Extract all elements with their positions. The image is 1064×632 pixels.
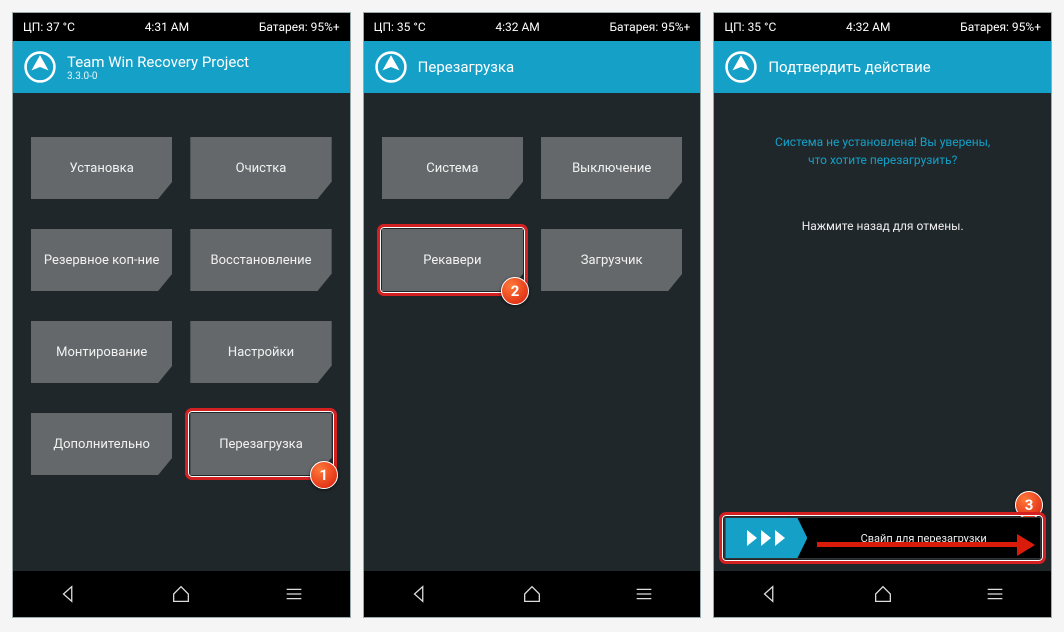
- tile-bootloader[interactable]: Загрузчик: [541, 229, 682, 291]
- header-subtitle: 3.3.0-0: [67, 71, 249, 82]
- twrp-header: Перезагрузка: [364, 41, 701, 93]
- swipe-slider[interactable]: Свайп для перезагрузки: [724, 517, 1041, 559]
- phone-screen-reboot: ЦП: 35 °C 4:32 AM Батарея: 95%+ Перезагр…: [363, 12, 702, 618]
- annotation-arrow-icon: [817, 542, 1022, 547]
- back-hint: Нажмите назад для отмены.: [714, 219, 1051, 233]
- slider-thumb[interactable]: [725, 518, 807, 558]
- phone-screen-main: ЦП: 37 °C 4:31 AM Батарея: 95%+ Team Win…: [12, 12, 351, 618]
- battery: Батарея: 95%+: [960, 20, 1041, 34]
- nav-home-icon[interactable]: [170, 583, 192, 605]
- warning-line-1: Система не установлена! Вы уверены,: [714, 133, 1051, 151]
- tile-restore[interactable]: Восстановление: [190, 229, 331, 291]
- warning-text: Система не установлена! Вы уверены, что …: [714, 133, 1051, 169]
- cpu-temp: ЦП: 35 °C: [374, 20, 426, 34]
- nav-back-icon[interactable]: [58, 583, 80, 605]
- header-title: Перезагрузка: [418, 58, 514, 76]
- android-navbar: [714, 571, 1051, 617]
- chevron-right-icon: [746, 530, 758, 546]
- status-bar: ЦП: 37 °C 4:31 AM Батарея: 95%+: [13, 13, 350, 41]
- step-marker-2: 2: [501, 277, 529, 305]
- android-navbar: [13, 571, 350, 617]
- tile-advanced[interactable]: Дополнительно: [31, 413, 172, 475]
- nav-back-icon[interactable]: [759, 583, 781, 605]
- main-menu-grid: Установка Очистка Резервное коп-ние Восс…: [13, 93, 350, 475]
- battery: Батарея: 95%+: [259, 20, 340, 34]
- twrp-logo-icon: [374, 50, 408, 84]
- header-title: Team Win Recovery Project: [67, 53, 249, 71]
- nav-home-icon[interactable]: [521, 583, 543, 605]
- nav-menu-icon[interactable]: [984, 583, 1006, 605]
- twrp-logo-icon: [23, 50, 57, 84]
- nav-home-icon[interactable]: [872, 583, 894, 605]
- twrp-logo-icon: [724, 50, 758, 84]
- header-title: Подтвердить действие: [768, 58, 930, 76]
- clock: 4:32 AM: [846, 20, 890, 34]
- battery: Батарея: 95%+: [609, 20, 690, 34]
- nav-menu-icon[interactable]: [633, 583, 655, 605]
- nav-menu-icon[interactable]: [283, 583, 305, 605]
- tile-backup[interactable]: Резервное коп-ние: [31, 229, 172, 291]
- status-bar: ЦП: 35 °C 4:32 AM Батарея: 95%+: [714, 13, 1051, 41]
- cpu-temp: ЦП: 37 °C: [23, 20, 75, 34]
- android-navbar: [364, 571, 701, 617]
- tile-poweroff[interactable]: Выключение: [541, 137, 682, 199]
- chevron-right-icon: [760, 530, 772, 546]
- tile-settings[interactable]: Настройки: [190, 321, 331, 383]
- nav-back-icon[interactable]: [409, 583, 431, 605]
- cpu-temp: ЦП: 35 °C: [724, 20, 776, 34]
- tile-install[interactable]: Установка: [31, 137, 172, 199]
- tile-wipe[interactable]: Очистка: [190, 137, 331, 199]
- tile-reboot[interactable]: Перезагрузка: [190, 413, 331, 475]
- status-bar: ЦП: 35 °C 4:32 AM Батарея: 95%+: [364, 13, 701, 41]
- tile-recovery[interactable]: Рекавери: [382, 229, 523, 291]
- clock: 4:32 AM: [495, 20, 539, 34]
- step-marker-1: 1: [310, 461, 338, 489]
- twrp-header: Подтвердить действие: [714, 41, 1051, 93]
- reboot-menu-grid: Система Выключение Рекавери 2 Загрузчик: [364, 93, 701, 291]
- tile-system[interactable]: Система: [382, 137, 523, 199]
- phone-screen-confirm: ЦП: 35 °C 4:32 AM Батарея: 95%+ Подтверд…: [713, 12, 1052, 618]
- warning-line-2: что хотите перезагрузить?: [714, 151, 1051, 169]
- chevron-right-icon: [774, 530, 786, 546]
- twrp-header: Team Win Recovery Project 3.3.0-0: [13, 41, 350, 93]
- tile-mount[interactable]: Монтирование: [31, 321, 172, 383]
- step-marker-3: 3: [1015, 491, 1043, 519]
- clock: 4:31 AM: [145, 20, 189, 34]
